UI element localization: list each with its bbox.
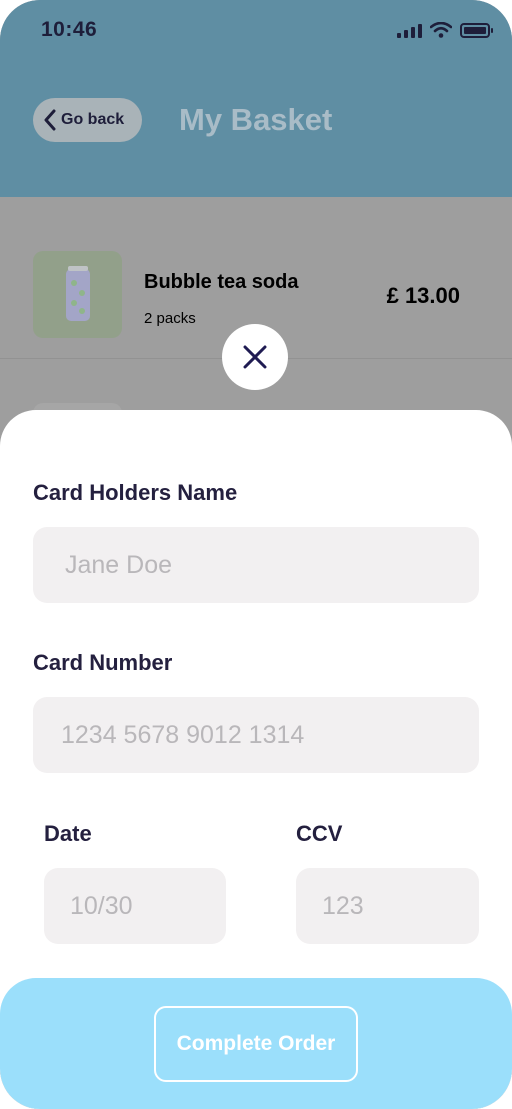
complete-order-button[interactable]: Complete Order [154, 1006, 358, 1082]
card-holder-name-input[interactable] [33, 527, 479, 603]
date-field[interactable] [44, 868, 226, 944]
close-button[interactable] [222, 324, 288, 390]
ccv-field[interactable] [296, 868, 479, 944]
back-chevron-icon [44, 109, 56, 131]
card-number-input[interactable] [33, 697, 479, 773]
card-holder-name-label: Card Holders Name [33, 480, 238, 505]
header: 10:46 Go back My Basket [0, 0, 512, 197]
footer-bar: Complete Order [0, 978, 512, 1109]
item-name: Bubble tea soda [144, 271, 299, 293]
page-title: My Basket [179, 102, 333, 137]
date-label: Date [44, 821, 92, 846]
item-price: £ 13.00 [386, 283, 460, 308]
soda-can-icon [65, 265, 90, 321]
date-input[interactable] [44, 868, 226, 944]
status-time: 10:46 [41, 18, 98, 41]
close-icon [243, 345, 267, 369]
status-icons [397, 22, 493, 38]
wifi-icon [430, 22, 452, 38]
ccv-label: CCV [296, 821, 343, 846]
product-thumbnail [33, 251, 122, 338]
cellular-signal-icon [397, 22, 422, 38]
ccv-input[interactable] [296, 868, 479, 944]
card-number-label: Card Number [33, 650, 173, 675]
phone-screen: 10:46 Go back My Basket Bubble tea soda … [0, 0, 512, 1109]
card-number-field[interactable] [33, 697, 479, 773]
item-quantity: 2 packs [144, 310, 196, 327]
go-back-label: Go back [61, 111, 125, 128]
battery-icon [460, 22, 493, 38]
go-back-button[interactable]: Go back [33, 98, 142, 142]
card-holder-name-field[interactable] [33, 527, 479, 603]
